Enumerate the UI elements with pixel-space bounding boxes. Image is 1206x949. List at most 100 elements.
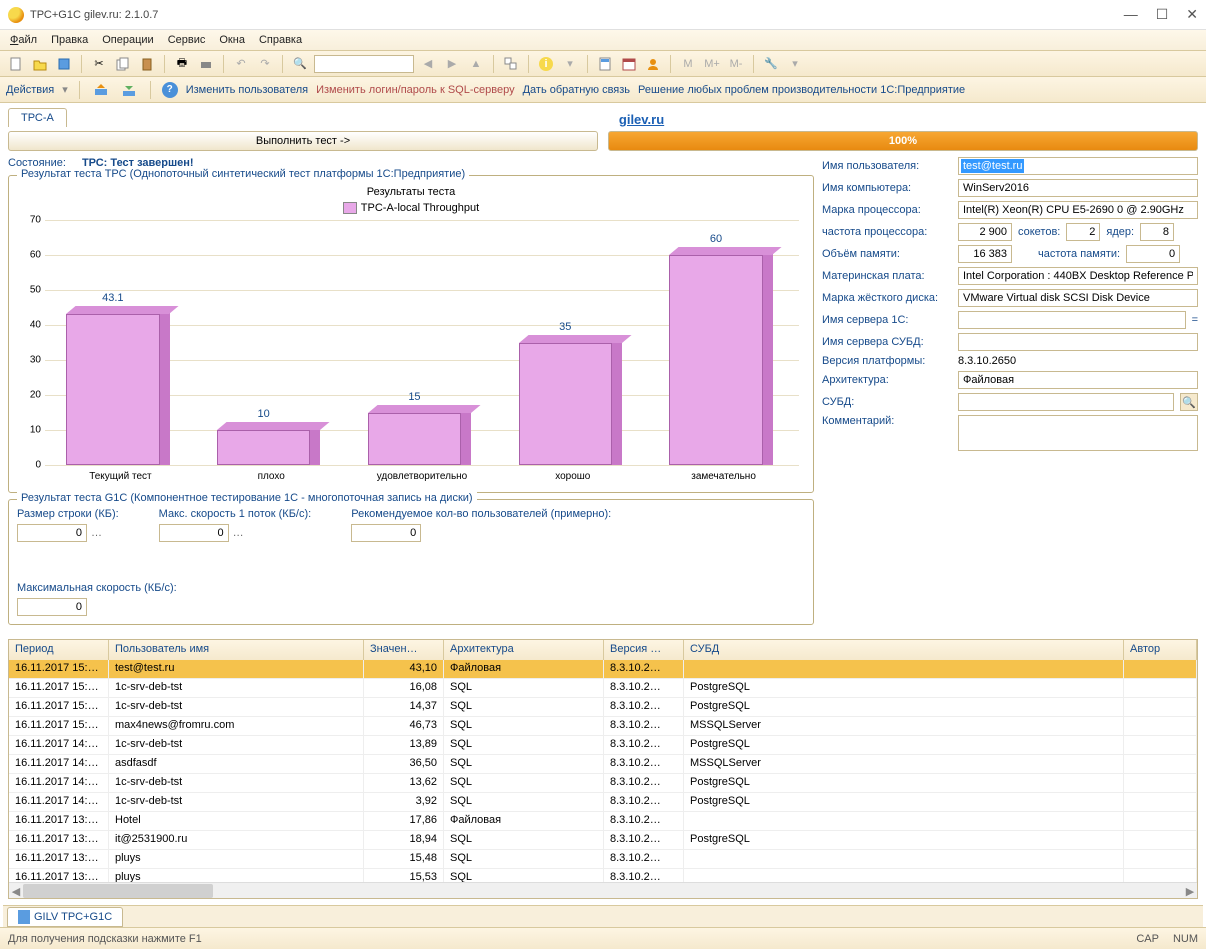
- brand-link[interactable]: gilev.ru: [619, 112, 664, 127]
- menu-operations[interactable]: Операции: [102, 34, 153, 46]
- g1c-maxspd-label: Макс. скорость 1 поток (КБ/с):: [159, 508, 312, 520]
- table-row[interactable]: 16.11.2017 15:3…test@test.ru43,10Файлова…: [9, 660, 1197, 679]
- column-header[interactable]: Значен…: [364, 640, 444, 660]
- mb-field[interactable]: [958, 267, 1198, 285]
- comp-field[interactable]: [958, 179, 1198, 197]
- new-icon[interactable]: [6, 54, 26, 74]
- arch-field[interactable]: [958, 371, 1198, 389]
- open-icon[interactable]: [30, 54, 50, 74]
- save-icon[interactable]: [54, 54, 74, 74]
- mem-field[interactable]: [958, 245, 1012, 263]
- menu-edit[interactable]: Правка: [51, 34, 88, 46]
- m-icon[interactable]: M: [678, 54, 698, 74]
- m-plus-icon[interactable]: M+: [702, 54, 722, 74]
- g1c-maxtotal-input[interactable]: [17, 598, 87, 616]
- g1c-maxspd-input[interactable]: [159, 524, 229, 542]
- feedback-link[interactable]: Дать обратную связь: [523, 84, 630, 96]
- undo-icon[interactable]: ↶: [231, 54, 251, 74]
- g1c-size-input[interactable]: [17, 524, 87, 542]
- dropdown-icon[interactable]: ▾: [560, 54, 580, 74]
- menubar: Файл Правка Операции Сервис Окна Справка: [0, 30, 1206, 51]
- change-login-link[interactable]: Изменить логин/пароль к SQL-серверу: [316, 84, 515, 96]
- zoom-icon[interactable]: 🔍: [290, 54, 310, 74]
- srv1c-field[interactable]: [958, 311, 1186, 329]
- user-icon[interactable]: [643, 54, 663, 74]
- calc-icon[interactable]: [595, 54, 615, 74]
- m-minus-icon[interactable]: M-: [726, 54, 746, 74]
- hdd-field[interactable]: [958, 289, 1198, 307]
- column-header[interactable]: Автор: [1124, 640, 1197, 660]
- tpc-fieldset: Результат теста ТРС (Однопоточный синтет…: [8, 175, 814, 493]
- menu-file[interactable]: Файл: [10, 34, 37, 46]
- table-row[interactable]: 16.11.2017 14:4…1c-srv-deb-tst13,89SQL8.…: [9, 736, 1197, 755]
- calendar-icon[interactable]: [619, 54, 639, 74]
- h-scrollbar[interactable]: ◀ ▶: [9, 882, 1197, 898]
- search-combo[interactable]: [314, 55, 414, 73]
- table-row[interactable]: 16.11.2017 15:0…1c-srv-deb-tst14,37SQL8.…: [9, 698, 1197, 717]
- subd-field[interactable]: [958, 393, 1174, 411]
- tab-tpc[interactable]: ТРС-А: [8, 108, 67, 127]
- x-label: хорошо: [497, 471, 648, 482]
- cores-field[interactable]: [1140, 223, 1174, 241]
- table-row[interactable]: 16.11.2017 14:4…asdfasdf36,50SQL8.3.10.2…: [9, 755, 1197, 774]
- copy-icon[interactable]: [113, 54, 133, 74]
- close-button[interactable]: ✕: [1186, 6, 1198, 23]
- srvdb-field[interactable]: [958, 333, 1198, 351]
- bar: 10: [217, 430, 310, 465]
- menu-windows[interactable]: Окна: [219, 34, 245, 46]
- freq-field[interactable]: [958, 223, 1012, 241]
- maximize-button[interactable]: ☐: [1156, 6, 1169, 23]
- menu-help[interactable]: Справка: [259, 34, 302, 46]
- column-header[interactable]: Архитектура: [444, 640, 604, 660]
- table-row[interactable]: 16.11.2017 14:2…1c-srv-deb-tst13,62SQL8.…: [9, 774, 1197, 793]
- column-header[interactable]: Версия …: [604, 640, 684, 660]
- redo-icon[interactable]: ↷: [255, 54, 275, 74]
- actions-menu[interactable]: Действия: [6, 84, 54, 96]
- publish-icon[interactable]: [91, 80, 111, 100]
- bar: 35: [519, 343, 612, 466]
- settings-dropdown-icon[interactable]: ▾: [785, 54, 805, 74]
- table-row[interactable]: 16.11.2017 13:5…Hotel17,86Файловая8.3.10…: [9, 812, 1197, 831]
- user-field[interactable]: test@test.ru: [958, 157, 1198, 175]
- menu-service[interactable]: Сервис: [168, 34, 206, 46]
- print-icon[interactable]: 🖶: [172, 54, 192, 74]
- mem-label: Объём памяти:: [822, 248, 952, 260]
- table-row[interactable]: 16.11.2017 13:5…it@2531900.ru18,94SQL8.3…: [9, 831, 1197, 850]
- table-row[interactable]: 16.11.2017 13:4…pluys15,48SQL8.3.10.2…: [9, 850, 1197, 869]
- nav-right-icon[interactable]: ▶: [442, 54, 462, 74]
- paste-icon[interactable]: [137, 54, 157, 74]
- window-tab-gilv[interactable]: GILV TPC+G1C: [7, 907, 123, 927]
- column-header[interactable]: Пользователь имя: [109, 640, 364, 660]
- info-icon[interactable]: i: [536, 54, 556, 74]
- solve-link[interactable]: Решение любых проблем производительности…: [638, 84, 965, 96]
- subd-search-icon[interactable]: 🔍: [1180, 393, 1198, 411]
- help-icon[interactable]: ?: [162, 82, 178, 98]
- actions-toolbar: Действия ▾ ? Изменить пользователя Измен…: [0, 77, 1206, 103]
- settings-icon[interactable]: 🔧: [761, 54, 781, 74]
- column-header[interactable]: СУБД: [684, 640, 1124, 660]
- table-row[interactable]: 16.11.2017 15:1…1c-srv-deb-tst16,08SQL8.…: [9, 679, 1197, 698]
- nav-left-icon[interactable]: ◀: [418, 54, 438, 74]
- plat-label: Версия платформы:: [822, 355, 952, 367]
- table-row[interactable]: 16.11.2017 14:0…1c-srv-deb-tst3,92SQL8.3…: [9, 793, 1197, 812]
- minimize-button[interactable]: —: [1124, 6, 1138, 23]
- sockets-field[interactable]: [1066, 223, 1100, 241]
- run-test-button[interactable]: Выполнить тест ->: [8, 131, 598, 151]
- download-icon[interactable]: [119, 80, 139, 100]
- comment-field[interactable]: [958, 415, 1198, 451]
- column-header[interactable]: Период: [9, 640, 109, 660]
- cut-icon[interactable]: ✂: [89, 54, 109, 74]
- table-row[interactable]: 16.11.2017 13:4…pluys15,53SQL8.3.10.2…: [9, 869, 1197, 882]
- windows-icon[interactable]: [501, 54, 521, 74]
- main-toolbar: ✂ 🖶 ↶ ↷ 🔍 ◀ ▶ ▲ i ▾ M M+ M- 🔧 ▾: [0, 51, 1206, 77]
- memfreq-field[interactable]: [1126, 245, 1180, 263]
- table-row[interactable]: 16.11.2017 15:0…max4news@fromru.com46,73…: [9, 717, 1197, 736]
- print-preview-icon[interactable]: [196, 54, 216, 74]
- g1c-recusers-input[interactable]: [351, 524, 421, 542]
- titlebar: ТРС+G1С gilev.ru: 2.1.0.7 — ☐ ✕: [0, 0, 1206, 30]
- cpu-field[interactable]: [958, 201, 1198, 219]
- nav-up-icon[interactable]: ▲: [466, 54, 486, 74]
- x-label: замечательно: [648, 471, 799, 482]
- bar: 60: [669, 255, 762, 465]
- change-user-link[interactable]: Изменить пользователя: [186, 84, 308, 96]
